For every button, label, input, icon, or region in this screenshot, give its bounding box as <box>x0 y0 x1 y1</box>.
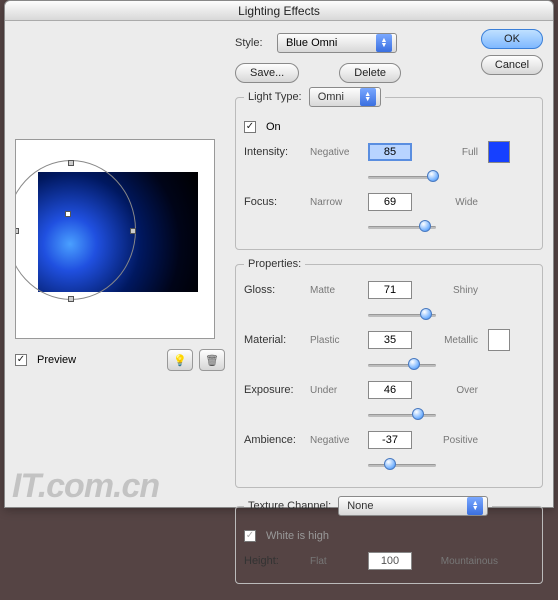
trash-icon[interactable]: 🗑 <box>199 349 225 371</box>
focus-slider[interactable] <box>368 219 436 235</box>
ellipse-handle[interactable] <box>15 228 19 234</box>
ok-button[interactable]: OK <box>481 29 543 49</box>
height-label: Height: <box>244 555 304 567</box>
light-type-group: Light Type: Omni ▲▼ ✓ On Intensity: Nega… <box>235 87 543 250</box>
properties-legend: Properties: <box>244 258 305 270</box>
gloss-label: Gloss: <box>244 284 304 296</box>
ambience-slider[interactable] <box>368 457 436 473</box>
texture-legend: Texture Channel: <box>248 500 331 512</box>
on-label: On <box>266 121 281 133</box>
intensity-slider[interactable] <box>368 169 436 185</box>
intensity-label: Intensity: <box>244 146 304 158</box>
exposure-label: Exposure: <box>244 384 304 396</box>
height-input <box>368 552 412 570</box>
light-color-swatch[interactable] <box>488 141 510 163</box>
style-label: Style: <box>235 37 271 49</box>
preview-canvas[interactable] <box>15 139 215 339</box>
texture-value: None <box>347 500 373 512</box>
ambient-color-swatch[interactable] <box>488 329 510 351</box>
watermark: IT.com.cn <box>12 467 159 506</box>
properties-group: Properties: Gloss: Matte Shiny Material:… <box>235 258 543 488</box>
texture-group: Texture Channel: None ▲▼ ✓ White is high… <box>235 496 543 584</box>
dialog-title: Lighting Effects <box>5 1 553 21</box>
lighting-effects-dialog: Lighting Effects ✓ Preview 💡 🗑 <box>4 0 554 508</box>
light-type-value: Omni <box>318 91 344 103</box>
ambience-label: Ambience: <box>244 434 304 446</box>
chevron-updown-icon: ▲▼ <box>376 34 392 52</box>
exposure-input[interactable] <box>368 381 412 399</box>
white-high-label: White is high <box>266 530 329 542</box>
light-center-handle[interactable] <box>65 211 71 217</box>
focus-input[interactable] <box>368 193 412 211</box>
preview-label: Preview <box>37 354 76 366</box>
chevron-updown-icon: ▲▼ <box>467 497 483 515</box>
exposure-slider[interactable] <box>368 407 436 423</box>
light-type-legend: Light Type: <box>248 91 302 103</box>
ambience-input[interactable] <box>368 431 412 449</box>
save-button[interactable]: Save... <box>235 63 299 83</box>
material-input[interactable] <box>368 331 412 349</box>
material-label: Material: <box>244 334 304 346</box>
delete-button[interactable]: Delete <box>339 63 401 83</box>
texture-channel-select[interactable]: None ▲▼ <box>338 496 488 516</box>
style-value: Blue Omni <box>286 37 337 49</box>
ellipse-handle[interactable] <box>68 160 74 166</box>
ellipse-handle[interactable] <box>68 296 74 302</box>
style-select[interactable]: Blue Omni ▲▼ <box>277 33 397 53</box>
focus-label: Focus: <box>244 196 304 208</box>
lightbulb-icon[interactable]: 💡 <box>167 349 193 371</box>
ellipse-handle[interactable] <box>130 228 136 234</box>
on-checkbox[interactable]: ✓ <box>244 121 256 133</box>
gloss-slider[interactable] <box>368 307 436 323</box>
gloss-input[interactable] <box>368 281 412 299</box>
cancel-button[interactable]: Cancel <box>481 55 543 75</box>
light-type-select[interactable]: Omni ▲▼ <box>309 87 381 107</box>
intensity-input[interactable] <box>368 143 412 161</box>
material-slider[interactable] <box>368 357 436 373</box>
preview-checkbox[interactable]: ✓ <box>15 354 27 366</box>
chevron-updown-icon: ▲▼ <box>360 88 376 106</box>
white-high-checkbox: ✓ <box>244 530 256 542</box>
